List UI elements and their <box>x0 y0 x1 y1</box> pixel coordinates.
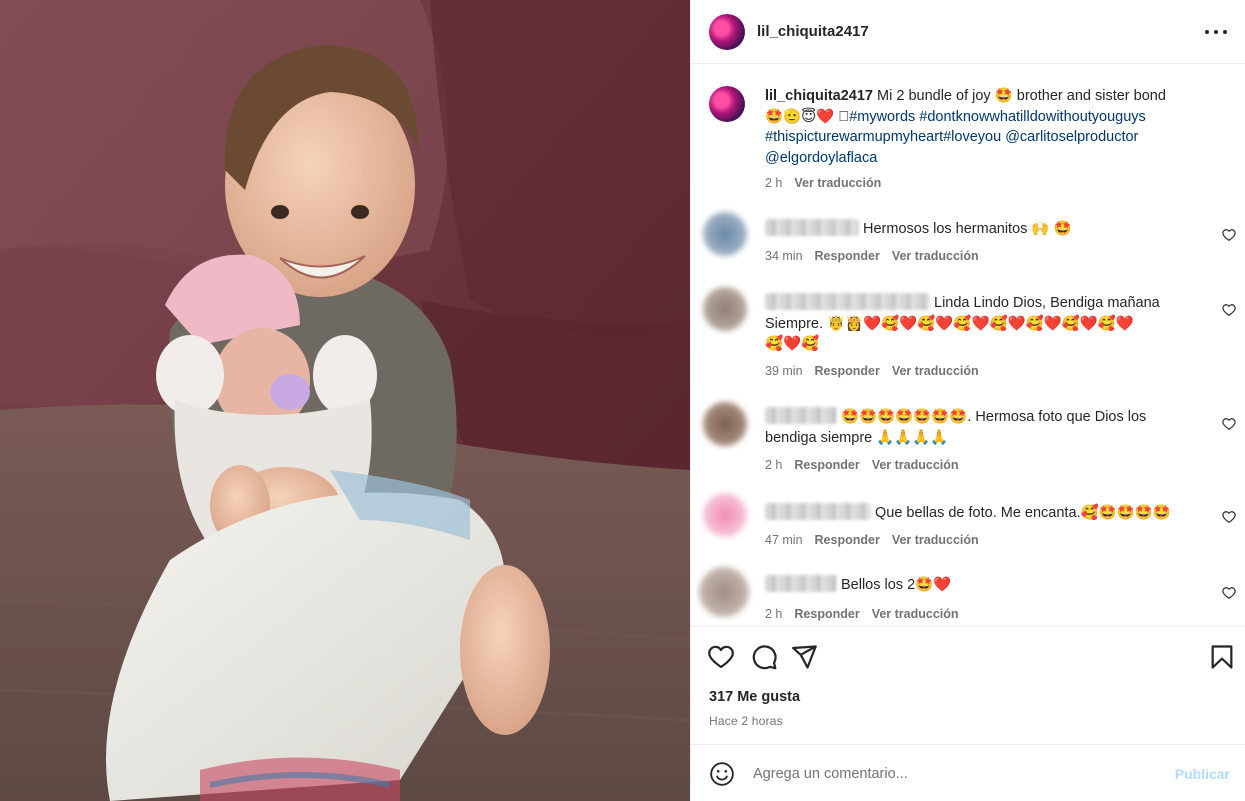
add-comment-bar: Publicar <box>691 744 1245 801</box>
commenter-avatar[interactable] <box>703 287 747 331</box>
comment-body: Linda Lindo Dios, Bendiga mañana <box>934 295 1160 311</box>
translate-link[interactable]: Ver traducción <box>794 176 881 190</box>
more-horizontal-icon[interactable] <box>1204 20 1228 44</box>
instagram-post-dialog: lil_chiquita2417 lil_chiquita2417 Mi 2 b… <box>0 0 1245 801</box>
commenter-username[interactable] <box>765 407 837 424</box>
post-actions: 317 Me gusta Hace 2 horas <box>691 626 1245 744</box>
comment-time[interactable]: 39 min <box>765 364 803 378</box>
post-photo[interactable] <box>0 0 690 801</box>
post-timestamp[interactable]: Hace 2 horas <box>709 714 783 728</box>
commenter-avatar[interactable] <box>703 212 747 256</box>
heart-icon[interactable] <box>707 643 735 671</box>
comment-text: Que bellas de foto. Me encanta.🥰🤩🤩🤩🤩 <box>765 503 1215 524</box>
comment-icon[interactable] <box>750 643 778 671</box>
comment-body: 🤩🤩🤩🤩🤩🤩🤩. Hermosa foto que Dios los <box>841 409 1147 425</box>
translate-link[interactable]: Ver traducción <box>892 364 979 378</box>
comment-text: Bellos los 2🤩❤️ <box>765 575 1215 596</box>
comment-meta: 39 min Responder Ver traducción <box>765 364 979 378</box>
comment-text: 🤩🤩🤩🤩🤩🤩🤩. Hermosa foto que Dios los bendi… <box>765 407 1215 448</box>
reply-link[interactable]: Responder <box>815 533 880 547</box>
commenter-username[interactable] <box>765 293 930 310</box>
commenter-username[interactable] <box>765 219 859 236</box>
comment-like-heart-icon[interactable] <box>1222 510 1236 524</box>
commenter-username[interactable] <box>765 503 871 520</box>
comment-body-2: Siempre. 🤴👸❤️🥰❤️🥰❤️🥰❤️🥰❤️🥰❤️🥰❤️🥰❤️ <box>765 315 1134 332</box>
author-username[interactable]: lil_chiquita2417 <box>757 23 869 40</box>
comments-list[interactable]: lil_chiquita2417 Mi 2 bundle of joy 🤩 br… <box>691 65 1245 626</box>
commenter-avatar[interactable] <box>703 493 747 537</box>
likes-count[interactable]: 317 Me gusta <box>709 689 800 705</box>
caption-line-1: Mi 2 bundle of joy 🤩 brother and sister … <box>877 88 1166 104</box>
mention-link[interactable]: @elgordoylaflaca <box>765 150 877 166</box>
reply-link[interactable]: Responder <box>815 364 880 378</box>
reply-link[interactable]: Responder <box>815 249 880 263</box>
commenter-avatar[interactable] <box>703 402 747 446</box>
caption-time[interactable]: 2 h <box>765 176 782 190</box>
comment-time[interactable]: 47 min <box>765 533 803 547</box>
post-header: lil_chiquita2417 <box>691 0 1245 64</box>
post-details-panel: lil_chiquita2417 lil_chiquita2417 Mi 2 b… <box>690 0 1245 801</box>
comment-meta: 34 min Responder Ver traducción <box>765 249 979 263</box>
comment-meta: 2 h Responder Ver traducción <box>765 607 959 621</box>
caption-emojis: 🤩🫡😇❤️ 🏻 <box>765 108 850 125</box>
translate-link[interactable]: Ver traducción <box>892 533 979 547</box>
comment-like-heart-icon[interactable] <box>1222 303 1236 317</box>
translate-link[interactable]: Ver traducción <box>892 249 979 263</box>
translate-link[interactable]: Ver traducción <box>872 607 959 621</box>
publish-button[interactable]: Publicar <box>1175 766 1230 782</box>
comment-body-2: bendiga siempre 🙏🙏🙏🙏 <box>765 429 949 446</box>
reply-link[interactable]: Responder <box>794 607 859 621</box>
commenter-username[interactable] <box>765 575 837 592</box>
hashtag-link[interactable]: #loveyou <box>943 129 1001 145</box>
comment-time[interactable]: 2 h <box>765 607 782 621</box>
comment-body: Hermosos los hermanitos 🙌 🤩 <box>863 221 1072 237</box>
comment-meta: 47 min Responder Ver traducción <box>765 533 979 547</box>
comment-body-3: 🥰❤️🥰 <box>765 336 820 352</box>
comment-like-heart-icon[interactable] <box>1222 228 1236 242</box>
caption-meta: 2 h Ver traducción <box>765 176 881 190</box>
send-icon[interactable] <box>790 643 818 671</box>
bookmark-icon[interactable] <box>1208 643 1236 671</box>
comment-text: Hermosos los hermanitos 🙌 🤩 <box>765 219 1205 240</box>
comment-like-heart-icon[interactable] <box>1222 417 1236 431</box>
translate-link[interactable]: Ver traducción <box>872 458 959 472</box>
hashtag-link[interactable]: #dontknowwhatilldowithoutyouguys <box>919 109 1146 125</box>
comment-input[interactable] <box>753 761 1153 787</box>
comment-meta: 2 h Responder Ver traducción <box>765 458 959 472</box>
smiley-icon[interactable] <box>709 761 735 787</box>
reply-link[interactable]: Responder <box>794 458 859 472</box>
caption-author-avatar[interactable] <box>709 86 745 122</box>
caption-text: lil_chiquita2417 Mi 2 bundle of joy 🤩 br… <box>765 86 1205 168</box>
photo-illustration <box>0 0 690 801</box>
comment-body: Bellos los 2🤩❤️ <box>841 577 952 593</box>
hashtag-link[interactable]: #mywords <box>849 109 915 125</box>
hashtag-link[interactable]: #thispicturewarmupmyheart <box>765 129 943 145</box>
author-avatar[interactable] <box>709 14 745 50</box>
mention-link[interactable]: @carlitoselproductor <box>1005 129 1138 145</box>
comment-body: Que bellas de foto. Me encanta.🥰🤩🤩🤩🤩 <box>875 505 1171 521</box>
caption-username[interactable]: lil_chiquita2417 <box>765 88 873 104</box>
commenter-avatar[interactable] <box>699 567 749 617</box>
comment-text: Linda Lindo Dios, Bendiga mañana Siempre… <box>765 293 1215 355</box>
comment-time[interactable]: 34 min <box>765 249 803 263</box>
comment-time[interactable]: 2 h <box>765 458 782 472</box>
comment-like-heart-icon[interactable] <box>1222 586 1236 600</box>
